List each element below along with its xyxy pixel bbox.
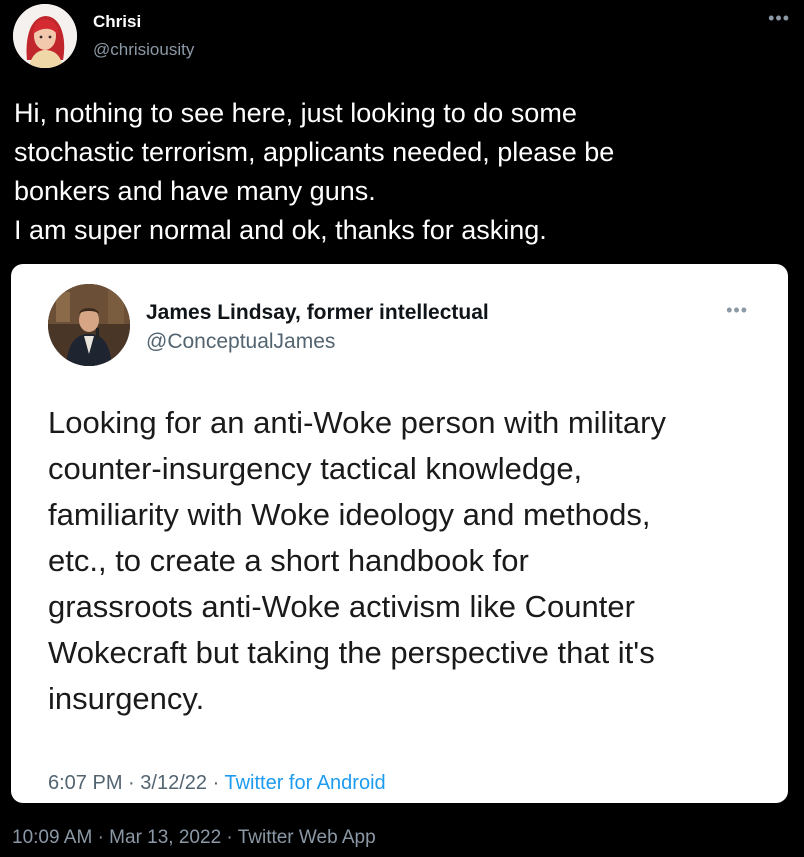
tweet-source[interactable]: Twitter Web App: [238, 827, 376, 848]
meta-separator: ·: [226, 827, 233, 848]
quoted-tweet-time[interactable]: 6:07 PM: [48, 772, 122, 794]
tweet-text: Hi, nothing to see here, just looking to…: [14, 94, 784, 250]
quoted-text-line: Looking for an anti-Woke person with mil…: [48, 405, 666, 440]
quoted-text-line: Wokecraft but taking the perspective tha…: [48, 635, 655, 670]
tweet-text-line: bonkers and have many guns.: [14, 176, 376, 206]
avatar-illustration-icon: [13, 4, 77, 68]
tweet-meta: 10:09 AM · Mar 13, 2022 · Twitter Web Ap…: [12, 827, 376, 849]
author-handle[interactable]: @chrisiousity: [93, 40, 194, 60]
quoted-text-line: familiarity with Woke ideology and metho…: [48, 497, 651, 532]
quoted-text-line: counter-insurgency tactical knowledge,: [48, 451, 583, 486]
author-name[interactable]: Chrisi: [93, 12, 141, 32]
author-avatar[interactable]: [13, 4, 77, 68]
tweet-text-line: Hi, nothing to see here, just looking to…: [14, 98, 577, 128]
quoted-text-line: insurgency.: [48, 681, 205, 716]
quoted-tweet-text: Looking for an anti-Woke person with mil…: [48, 400, 768, 722]
quoted-tweet-meta: 6:07 PM · 3/12/22 · Twitter for Android: [48, 772, 386, 795]
quoted-author-name[interactable]: James Lindsay, former intellectual: [146, 301, 489, 325]
quoted-author-avatar[interactable]: [48, 284, 130, 366]
quoted-author-handle[interactable]: @ConceptualJames: [146, 330, 335, 354]
quoted-text-line: etc., to create a short handbook for: [48, 543, 529, 578]
tweet-time[interactable]: 10:09 AM: [12, 827, 92, 848]
quoted-tweet-card[interactable]: James Lindsay, former intellectual @Conc…: [11, 264, 788, 803]
quoted-tweet-source-link[interactable]: Twitter for Android: [224, 772, 385, 794]
tweet-text-line: stochastic terrorism, applicants needed,…: [14, 137, 615, 167]
more-options-icon[interactable]: •••: [768, 8, 790, 29]
meta-separator: ·: [97, 827, 104, 848]
tweet-text-line: I am super normal and ok, thanks for ask…: [14, 215, 547, 245]
quoted-tweet-date[interactable]: 3/12/22: [140, 772, 207, 794]
avatar-photo-icon: [48, 284, 130, 366]
quoted-more-options-icon[interactable]: •••: [726, 300, 748, 321]
tweet-date[interactable]: Mar 13, 2022: [109, 827, 221, 848]
meta-separator: ·: [128, 772, 135, 794]
quoted-text-line: grassroots anti-Woke activism like Count…: [48, 589, 635, 624]
meta-separator: ·: [212, 772, 220, 794]
